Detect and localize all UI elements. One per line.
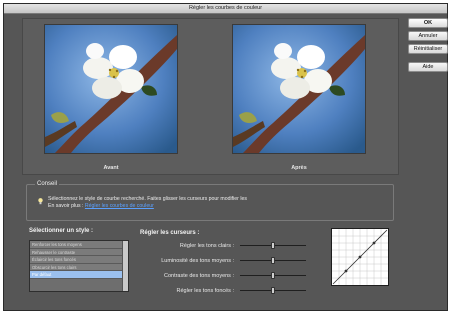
style-list-scrollbar[interactable]	[122, 241, 128, 291]
reset-button[interactable]: Réinitialiser	[408, 44, 448, 54]
style-item[interactable]: Obscurcir les tons clairs	[30, 263, 123, 272]
style-item[interactable]: Rehausser le contraste	[30, 248, 123, 257]
cancel-button[interactable]: Annuler	[408, 31, 448, 41]
midtone-contrast-label: Contraste des tons moyens :	[163, 273, 234, 279]
help-button[interactable]: Aide	[408, 62, 448, 72]
midtone-brightness-slider[interactable]	[240, 257, 306, 264]
tip-description: Sélectionnez le style de courbe recherch…	[48, 196, 247, 202]
style-item[interactable]: Éclaircir les tons foncés	[30, 256, 123, 264]
midtone-brightness-slider-thumb[interactable]	[271, 257, 275, 264]
preview-panel: Avant Après	[22, 18, 399, 175]
highlights-slider-thumb[interactable]	[271, 242, 275, 249]
shadows-slider-thumb[interactable]	[271, 287, 275, 294]
tip-more-prefix: En savoir plus :	[48, 203, 85, 209]
flower-photo-before	[45, 25, 177, 153]
ok-button[interactable]: OK	[408, 18, 448, 28]
lightbulb-icon	[38, 198, 43, 205]
style-item-selected[interactable]: Par défaut	[30, 271, 123, 279]
before-label: Avant	[103, 165, 119, 171]
style-list[interactable]: Renforcer les tons moyens Rehausser le c…	[29, 240, 129, 292]
highlights-slider[interactable]	[240, 242, 306, 249]
help-link[interactable]: Régler les courbes de couleur	[85, 203, 154, 209]
dialog-window: Régler les courbes de couleur Avant Aprè…	[3, 3, 448, 311]
tip-title: Conseil	[35, 181, 60, 187]
shadows-label: Régler les tons foncés :	[176, 288, 234, 294]
curve-chart-icon	[332, 229, 388, 285]
before-image	[45, 25, 177, 153]
flower-photo-after	[233, 25, 365, 153]
after-label: Après	[291, 165, 307, 171]
sliders-section-title: Régler les curseurs :	[140, 230, 200, 236]
shadows-slider[interactable]	[240, 287, 306, 294]
style-section-title: Sélectionner un style :	[29, 228, 94, 234]
tip-more: En savoir plus : Régler les courbes de c…	[48, 203, 388, 210]
tip-panel: Conseil Sélectionnez le style de courbe …	[26, 181, 394, 221]
midtone-contrast-slider-thumb[interactable]	[271, 272, 275, 279]
dialog-title: Régler les courbes de couleur	[4, 4, 447, 14]
tip-text: Sélectionnez le style de courbe recherch…	[48, 196, 388, 210]
midtone-brightness-label: Luminosité des tons moyens :	[161, 258, 234, 264]
curve-graph	[331, 228, 389, 286]
midtone-contrast-slider[interactable]	[240, 272, 306, 279]
after-image	[233, 25, 365, 153]
style-item[interactable]: Renforcer les tons moyens	[30, 241, 123, 249]
highlights-label: Régler les tons clairs :	[179, 243, 234, 249]
